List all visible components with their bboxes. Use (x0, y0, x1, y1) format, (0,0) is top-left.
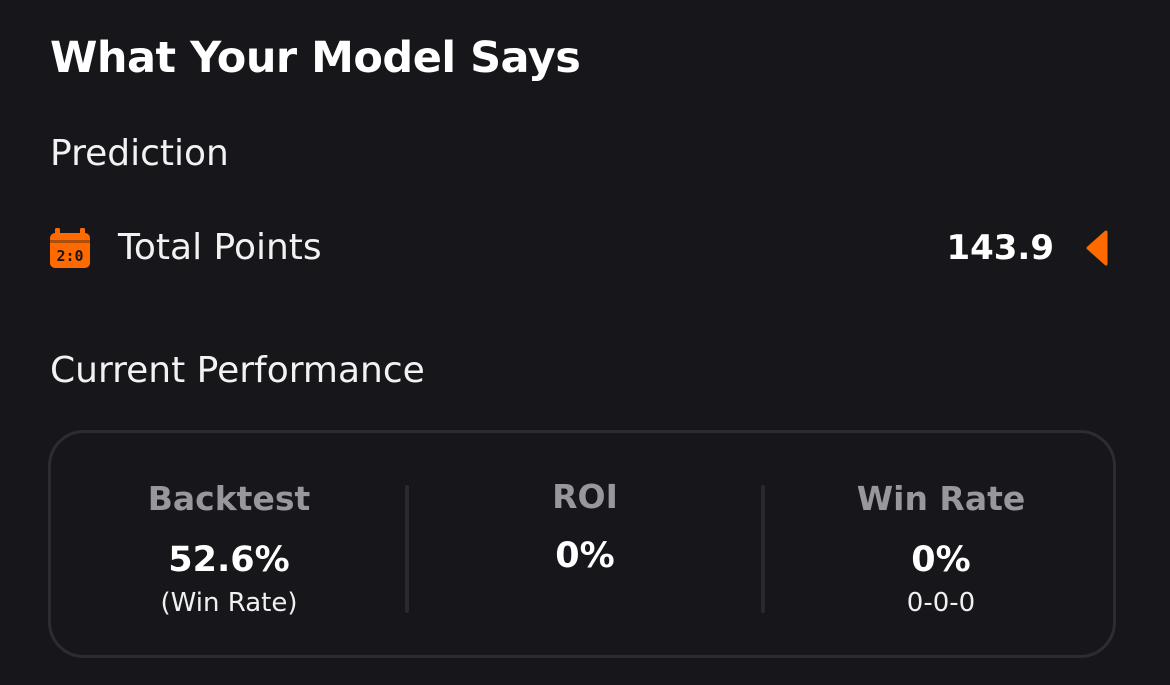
stat-record: 0-0-0 (906, 588, 976, 618)
performance-stats-card: Backtest 52.6% (Win Rate) ROI 0% Win Rat… (48, 430, 1116, 658)
stat-label: ROI (552, 477, 618, 516)
stat-label: Win Rate (856, 479, 1026, 518)
stat-label: Backtest (147, 479, 311, 518)
performance-section-label: Current Performance (50, 350, 425, 391)
stat-value: 52.6% (168, 540, 290, 580)
stat-value: 0% (555, 536, 615, 576)
stat-backtest: Backtest 52.6% (Win Rate) (51, 433, 407, 655)
svg-text:2:0: 2:0 (56, 247, 83, 265)
prediction-value: 143.9 (946, 228, 1054, 268)
stat-roi: ROI 0% (407, 433, 763, 655)
prediction-row-total-points[interactable]: 2:0 Total Points 143.9 (50, 222, 1110, 274)
stat-value: 0% (911, 540, 971, 580)
caret-left-icon[interactable] (1084, 230, 1108, 266)
prediction-section-label: Prediction (50, 133, 229, 174)
page-title: What Your Model Says (50, 33, 581, 83)
prediction-label-total-points: Total Points (118, 227, 322, 268)
stat-win-rate: Win Rate 0% 0-0-0 (763, 433, 1119, 655)
stat-subtext: (Win Rate) (160, 588, 298, 618)
model-prediction-panel: What Your Model Says Prediction 2:0 Tota… (0, 0, 1170, 685)
calendar-score-icon: 2:0 (50, 228, 90, 268)
